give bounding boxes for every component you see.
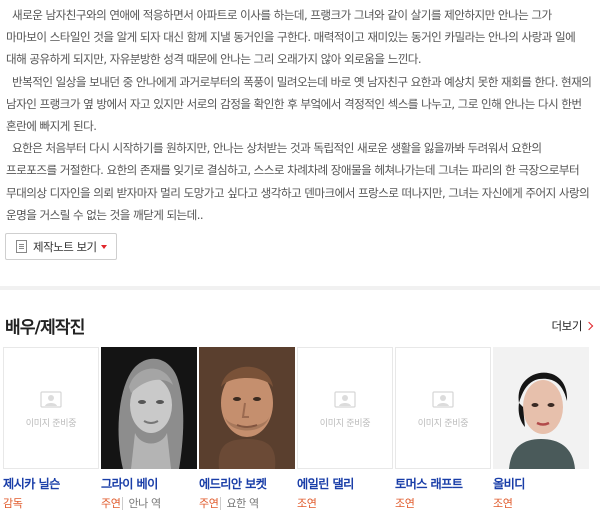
synopsis-paragraph-1: 새로운 남자친구와의 연애에 적응하면서 아파트로 이사를 하는데, 프랭크가 … bbox=[6, 8, 576, 67]
cast-role-type: 조연 bbox=[395, 497, 415, 510]
placeholder-label: 이미지 준비중 bbox=[25, 419, 77, 429]
cast-character: 안나 역 bbox=[122, 497, 161, 510]
cast-role: 조연 bbox=[297, 495, 393, 511]
cast-card[interactable]: 그라이 베이 주연 안나 역 bbox=[101, 347, 197, 511]
document-icon bbox=[16, 240, 27, 253]
image-placeholder-icon bbox=[432, 391, 454, 408]
cast-photo-placeholder[interactable]: 이미지 준비중 bbox=[297, 347, 393, 469]
more-link[interactable]: 더보기 bbox=[551, 318, 594, 334]
cast-photo[interactable] bbox=[101, 347, 197, 469]
production-note-label: 제작노트 보기 bbox=[33, 239, 97, 254]
portrait-photo bbox=[199, 347, 295, 469]
image-placeholder-icon bbox=[40, 391, 62, 408]
cast-card[interactable]: 이미지 준비중 제시카 닐슨 감독 bbox=[3, 347, 99, 511]
cast-role: 조연 bbox=[493, 495, 589, 511]
synopsis-paragraph-2: 반복적인 일상을 보내던 중 안나에게 과거로부터의 폭풍이 밀려오는데 바로 … bbox=[6, 74, 592, 134]
cast-role: 주연 안나 역 bbox=[101, 495, 197, 511]
portrait-photo bbox=[101, 347, 197, 469]
cast-role-type: 감독 bbox=[3, 497, 23, 510]
cast-card[interactable]: 에드리안 보켓 주연 요한 역 bbox=[199, 347, 295, 511]
cast-role-type: 조연 bbox=[297, 497, 317, 510]
production-note-button[interactable]: 제작노트 보기 bbox=[5, 233, 117, 260]
cast-card[interactable]: 올비디 조연 bbox=[493, 347, 589, 511]
image-placeholder-icon bbox=[334, 391, 356, 408]
section-divider bbox=[0, 286, 600, 290]
chevron-right-icon bbox=[584, 321, 594, 331]
placeholder-label: 이미지 준비중 bbox=[319, 419, 371, 429]
cast-name[interactable]: 제시카 닐슨 bbox=[3, 474, 99, 492]
synopsis-paragraph-3: 요한은 처음부터 다시 시작하기를 원하지만, 안나는 상처받는 것과 독립적인… bbox=[6, 141, 590, 222]
cast-character: 요한 역 bbox=[220, 497, 259, 510]
cast-photo-placeholder[interactable]: 이미지 준비중 bbox=[395, 347, 491, 469]
cast-photo[interactable] bbox=[199, 347, 295, 469]
cast-name[interactable]: 올비디 bbox=[493, 474, 589, 492]
cast-role-type: 주연 bbox=[101, 497, 121, 510]
cast-photo-placeholder[interactable]: 이미지 준비중 bbox=[3, 347, 99, 469]
placeholder-label: 이미지 준비중 bbox=[417, 419, 469, 429]
cast-role: 주연 요한 역 bbox=[199, 495, 295, 511]
cast-photo[interactable] bbox=[493, 347, 589, 469]
cast-role-type: 주연 bbox=[199, 497, 219, 510]
cast-name[interactable]: 토머스 래프트 bbox=[395, 474, 491, 492]
cast-card[interactable]: 이미지 준비중 에일린 댈리 조연 bbox=[297, 347, 393, 511]
caret-down-icon bbox=[100, 244, 107, 249]
cast-role: 감독 bbox=[3, 495, 99, 511]
cast-card[interactable]: 이미지 준비중 토머스 래프트 조연 bbox=[395, 347, 491, 511]
more-label: 더보기 bbox=[551, 319, 582, 333]
cast-role-type: 조연 bbox=[493, 497, 513, 510]
synopsis: 새로운 남자친구와의 연애에 적응하면서 아파트로 이사를 하는데, 프랭크가 … bbox=[6, 4, 594, 226]
cast-name[interactable]: 그라이 베이 bbox=[101, 474, 197, 492]
section-title: 배우/제작진 bbox=[5, 318, 85, 338]
cast-role: 조연 bbox=[395, 495, 491, 511]
portrait-photo bbox=[493, 347, 589, 469]
cast-name[interactable]: 에일린 댈리 bbox=[297, 474, 393, 492]
cast-list: 이미지 준비중 제시카 닐슨 감독 그라이 베이 주연 안나 역 에드리안 보켓… bbox=[3, 347, 600, 521]
cast-name[interactable]: 에드리안 보켓 bbox=[199, 474, 295, 492]
